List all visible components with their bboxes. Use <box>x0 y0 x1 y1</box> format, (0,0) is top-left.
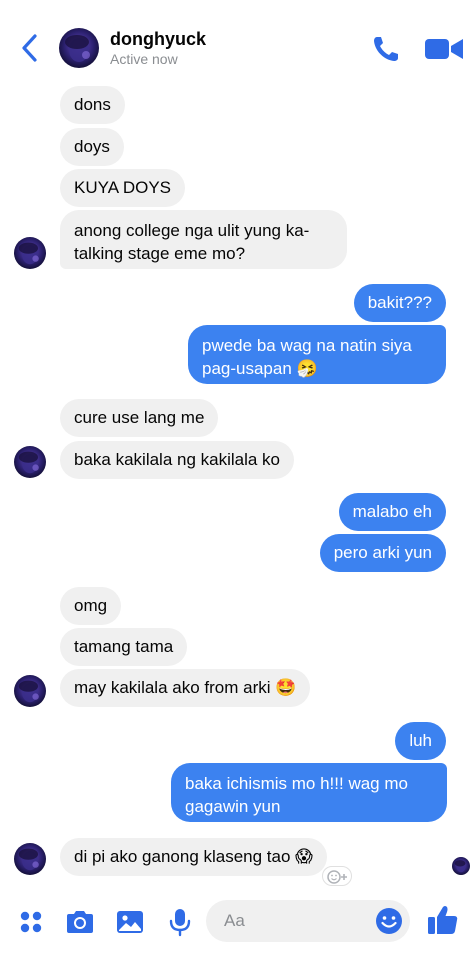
back-button[interactable] <box>16 32 44 64</box>
message-bubble-outgoing[interactable]: bakit??? <box>353 284 446 322</box>
chat-header: donghyuck Active now <box>0 0 474 86</box>
message-bubble-incoming[interactable]: KUYA DOYS <box>60 169 185 207</box>
message-bubble-outgoing[interactable]: malabo eh <box>338 493 446 531</box>
video-call-button[interactable] <box>423 36 465 62</box>
message-input[interactable] <box>224 900 374 942</box>
gallery-button[interactable] <box>114 906 146 938</box>
contact-avatar[interactable] <box>59 28 99 68</box>
contact-avatar-small <box>14 446 46 478</box>
message-bubble-incoming[interactable]: anong college nga ulit yung ka-talking s… <box>60 210 347 269</box>
contact-avatar-small <box>14 843 46 875</box>
message-bubble-incoming[interactable]: tamang tama <box>60 628 188 666</box>
microphone-icon <box>169 909 191 937</box>
emoji-button[interactable] <box>374 906 404 936</box>
add-reaction-button[interactable] <box>322 866 352 886</box>
contact-avatar-small <box>14 675 46 707</box>
message-bubble-incoming[interactable]: omg <box>60 587 122 625</box>
video-camera-icon <box>425 39 463 59</box>
contact-name[interactable]: donghyuck <box>110 29 206 50</box>
more-actions-button[interactable] <box>16 906 48 938</box>
message-bubble-incoming[interactable]: cure use lang me <box>60 399 219 437</box>
image-icon <box>117 911 143 933</box>
emoji-icon <box>376 908 402 934</box>
message-bubble-incoming[interactable]: doys <box>60 128 124 166</box>
message-bubble-outgoing[interactable]: pero arki yun <box>319 534 446 572</box>
message-bubble-outgoing[interactable]: luh <box>395 722 446 760</box>
message-bubble-incoming[interactable]: may kakilala ako from arki 🤩 <box>60 669 311 707</box>
camera-button[interactable] <box>64 906 96 938</box>
camera-icon <box>67 911 93 933</box>
message-bubble-incoming[interactable]: dons <box>60 86 125 124</box>
active-status: Active now <box>110 51 178 67</box>
grid-icon <box>20 911 42 933</box>
voice-call-button[interactable] <box>371 34 401 64</box>
seen-indicator-avatar <box>452 857 470 875</box>
message-bubble-outgoing[interactable]: pwede ba wag na natin siya pag-usapan 🤧 <box>188 325 446 384</box>
emoji-plus-icon <box>327 870 347 884</box>
phone-icon <box>374 37 398 61</box>
message-bubble-outgoing[interactable]: baka ichismis mo h!!! wag mo gagawin yun <box>171 763 447 822</box>
like-button[interactable] <box>426 903 460 937</box>
chevron-left-icon <box>22 34 37 62</box>
message-bubble-incoming[interactable]: di pi ako ganong klaseng tao 😱 <box>60 838 327 876</box>
thumbs-up-icon <box>428 906 458 934</box>
contact-avatar-small <box>14 237 46 269</box>
message-bubble-incoming[interactable]: baka kakilala ng kakilala ko <box>60 441 295 479</box>
voice-message-button[interactable] <box>164 906 196 938</box>
